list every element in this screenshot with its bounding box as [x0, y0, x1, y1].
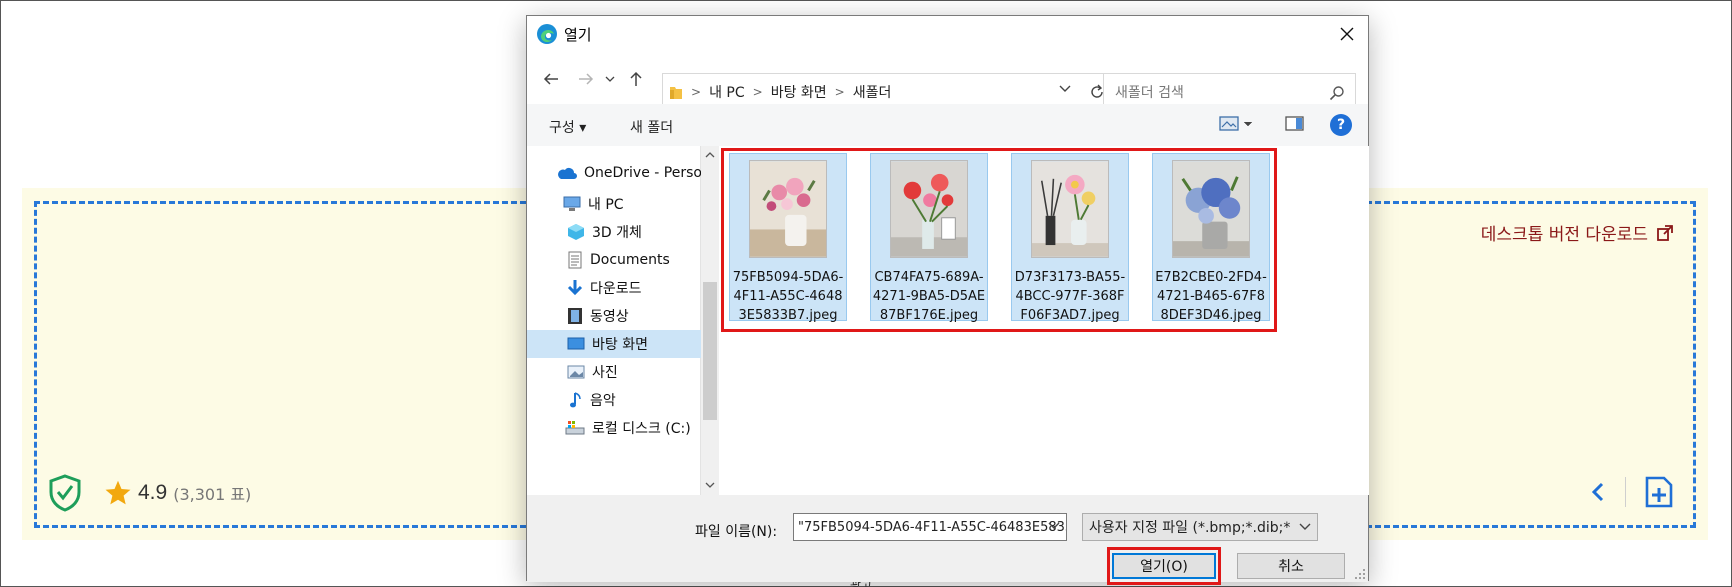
crumb-separator: > [691, 85, 702, 99]
organize-button[interactable]: 구성 ▾ [549, 117, 586, 137]
shield-check-icon [49, 474, 81, 512]
music-icon [570, 392, 581, 408]
download-arrow-icon [567, 280, 583, 296]
documents-icon [568, 251, 582, 269]
flower-photo-thumbnail-icon [749, 160, 827, 258]
arrow-left-icon [543, 73, 558, 85]
close-button[interactable] [1332, 20, 1362, 48]
nav-item-local-disk[interactable]: 로컬 디스크 (C:) [527, 414, 701, 442]
flower-photo-thumbnail-icon [1172, 160, 1250, 258]
file-name-value: "75FB5094-5DA6-4F11-A55C-46483E5833 [798, 519, 1067, 535]
preview-pane-icon[interactable] [1285, 115, 1305, 133]
crumb-separator: > [752, 85, 763, 99]
desktop-download-label: 데스크톱 버전 다운로드 [1480, 225, 1648, 245]
up-button[interactable] [625, 68, 647, 90]
file-name: E7B2CBE0-2FD4-4721-B465-67F88DEF3D46.jpe… [1155, 270, 1267, 323]
search-placeholder: 새폴더 검색 [1115, 85, 1184, 101]
add-file-icon[interactable] [1644, 476, 1674, 508]
navigation-bar: > 내 PC > 바탕 화면 > 새폴더 새폴더 검색 [527, 52, 1368, 111]
nav-item-this-pc[interactable]: 내 PC [527, 190, 701, 218]
dialog-footer: 파일 이름(N): "75FB5094-5DA6-4F11-A55C-46483… [527, 495, 1368, 585]
nav-item-videos[interactable]: 동영상 [527, 302, 701, 330]
recent-locations-button[interactable] [599, 68, 621, 90]
nav-item-documents[interactable]: Documents [527, 246, 701, 274]
navigation-scrollbar[interactable] [701, 146, 719, 495]
file-type-select[interactable]: 사용자 지정 파일 (*.bmp;*.dib;* [1082, 513, 1318, 541]
file-type-value: 사용자 지정 파일 (*.bmp;*.dib;* [1089, 520, 1291, 536]
chevron-down-icon [605, 76, 615, 82]
arrow-up-icon [630, 71, 642, 86]
rating-count: (3,301 표) [173, 485, 252, 504]
onedrive-cloud-icon [558, 168, 577, 179]
dropzone-tools [1591, 476, 1674, 508]
desktop-icon [567, 337, 585, 350]
crumb-desktop[interactable]: 바탕 화면 [771, 82, 827, 102]
flower-photo-thumbnail-icon [890, 160, 968, 258]
file-name: CB74FA75-689A-4271-9BA5-D5AE87BF176E.jpe… [872, 270, 986, 323]
nav-item-onedrive[interactable]: OneDrive - Personal [527, 159, 701, 187]
crumb-new-folder[interactable]: 새폴더 [853, 82, 892, 102]
scrollbar-thumb[interactable] [703, 282, 717, 420]
pictures-icon [567, 365, 585, 379]
star-icon [105, 480, 131, 505]
dialog-titlebar: 열기 [527, 16, 1368, 52]
folder-icon [670, 87, 682, 99]
file-item[interactable]: CB74FA75-689A-4271-9BA5-D5AE87BF176E.jpe… [870, 153, 988, 323]
nav-item-music[interactable]: 음악 [527, 386, 701, 414]
file-name: 75FB5094-5DA6-4F11-A55C-46483E5833B7.jpe… [732, 270, 844, 323]
close-icon [1340, 27, 1354, 41]
new-folder-button[interactable]: 새 폴더 [630, 117, 673, 137]
nav-item-downloads[interactable]: 다운로드 [527, 274, 701, 302]
crumb-separator: > [834, 85, 845, 99]
dialog-title: 열기 [564, 25, 592, 44]
file-item[interactable]: E7B2CBE0-2FD4-4721-B465-67F88DEF3D46.jpe… [1152, 153, 1270, 323]
chevron-down-icon [1299, 523, 1311, 530]
nav-item-pictures[interactable]: 사진 [527, 358, 701, 386]
back-button[interactable] [540, 68, 562, 90]
nav-item-desktop[interactable]: 바탕 화면 [527, 330, 701, 358]
desktop-download-link[interactable]: 데스크톱 버전 다운로드 [1481, 220, 1674, 245]
external-link-icon [1657, 224, 1673, 241]
cancel-button[interactable]: 취소 [1237, 553, 1345, 579]
file-name: D73F3173-BA55-4BCC-977F-368FF06F3AD7.jpe… [1014, 270, 1126, 323]
open-button[interactable]: 열기(O) [1112, 553, 1216, 579]
help-button[interactable]: ? [1330, 114, 1352, 136]
command-bar: 구성 ▾ 새 폴더 ? [527, 104, 1368, 146]
chevron-down-icon[interactable] [1059, 85, 1071, 93]
pc-icon [563, 196, 581, 211]
edge-browser-icon [537, 24, 557, 44]
rating-value: 4.9 [138, 481, 168, 504]
chevron-left-icon[interactable] [1591, 481, 1605, 503]
file-item[interactable]: 75FB5094-5DA6-4F11-A55C-46483E5833B7.jpe… [729, 153, 847, 323]
file-name-input[interactable]: "75FB5094-5DA6-4F11-A55C-46483E5833 [793, 513, 1067, 541]
search-icon [1329, 86, 1344, 101]
chevron-down-icon[interactable] [1048, 522, 1060, 530]
arrow-right-icon [579, 73, 594, 85]
crumb-this-pc[interactable]: 내 PC [709, 82, 745, 102]
nav-item-3d-objects[interactable]: 3D 개체 [527, 218, 701, 246]
navigation-pane: OneDrive - Personal 내 PC 3D 개체 Documents [527, 146, 701, 495]
scroll-down-icon[interactable] [705, 482, 715, 488]
resize-grip-icon[interactable] [1354, 568, 1366, 580]
file-list: 75FB5094-5DA6-4F11-A55C-46483E5833B7.jpe… [719, 146, 1369, 495]
tools-divider [1625, 477, 1626, 507]
file-name-label: 파일 이름(N): [695, 524, 778, 540]
rating-block: 4.9 (3,301 표) [48, 474, 251, 512]
scroll-up-icon[interactable] [705, 152, 715, 158]
local-disk-icon [565, 421, 585, 435]
file-item[interactable]: D73F3173-BA55-4BCC-977F-368FF06F3AD7.jpe… [1011, 153, 1129, 323]
change-view-icon[interactable] [1219, 115, 1253, 133]
flower-photo-thumbnail-icon [1031, 160, 1109, 258]
3d-objects-icon [568, 224, 584, 240]
open-file-dialog: 열기 > 내 PC > 바탕 화면 > 새폴더 새폴더 검색 구성 ▾ 새 폴더… [526, 15, 1369, 585]
video-icon [568, 308, 582, 324]
forward-button[interactable] [575, 68, 597, 90]
